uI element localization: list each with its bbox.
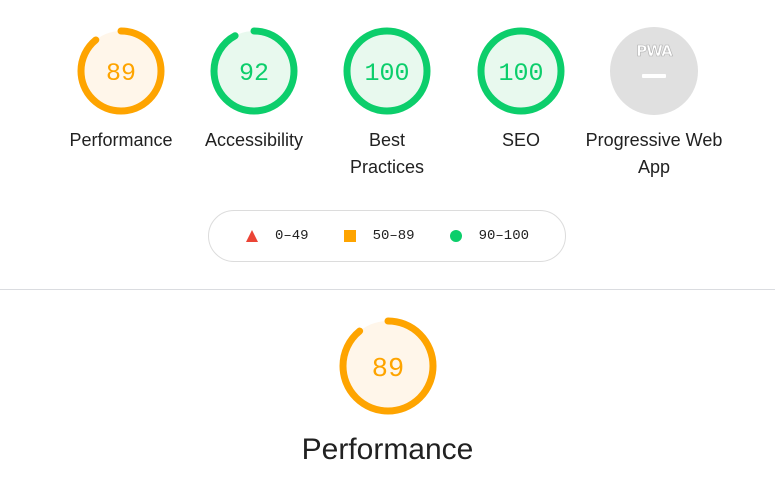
average-square-icon [343,230,356,242]
category-gauges: 89 Performance 92 Accessibility 100 Best… [0,0,775,200]
gauge-label-pwa: Progressive Web App [585,130,723,177]
pwa-badge-text: PWA [636,42,673,60]
featured-performance-gauge-ring[interactable]: 89 [338,316,438,416]
best-practices-gauge-ring: 100 [343,27,431,115]
accessibility-gauge-ring: 92 [210,27,298,115]
performance-gauge-ring: 89 [77,27,165,115]
pass-circle-icon [449,230,462,242]
accessibility-score: 92 [239,59,269,88]
seo-score: 100 [498,59,543,88]
legend-average-range: 50–89 [372,228,415,244]
gauge-best-practices[interactable]: 100 Best Practices [317,26,457,181]
seo-gauge-ring: 100 [477,27,565,115]
featured-category: 89 Performance [0,316,775,470]
legend-fail: 0–49 [245,228,309,244]
gauge-label-accessibility: Accessibility [204,130,304,150]
gauge-accessibility[interactable]: 92 Accessibility [184,26,324,154]
section-divider [0,289,775,290]
best-practices-score: 100 [364,59,409,88]
fail-triangle-icon [245,230,258,242]
featured-performance-score: 89 [371,355,403,385]
gauge-pwa[interactable]: PWA Progressive Web App [584,26,724,181]
legend-average: 50–89 [343,228,415,244]
gauge-performance[interactable]: 89 Performance [51,26,191,154]
gauge-label-seo: SEO [501,130,540,150]
legend-pass-range: 90–100 [478,228,530,244]
pwa-dash-icon [642,74,666,78]
performance-score: 89 [106,59,136,88]
gauge-label-performance: Performance [69,130,173,150]
featured-category-title: Performance [301,433,474,466]
gauge-label-best-practices: Best Practices [349,130,425,177]
pwa-badge-icon: PWA [610,27,698,115]
legend-pass: 90–100 [449,228,529,244]
score-scale-legend: 0–49 50–89 90–100 [208,210,566,262]
gauge-seo[interactable]: 100 SEO [451,26,591,154]
legend-fail-range: 0–49 [274,228,309,244]
